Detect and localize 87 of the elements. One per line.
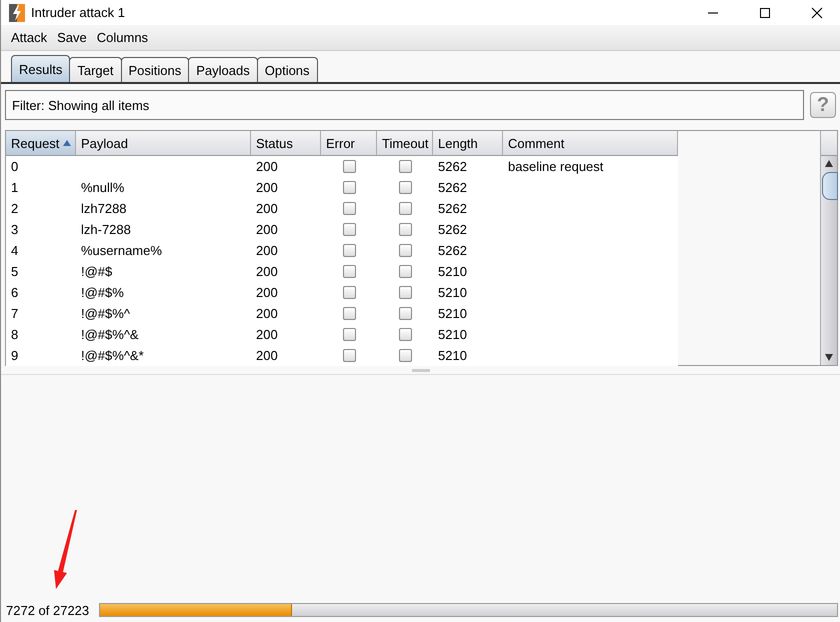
checkbox[interactable] xyxy=(342,202,356,215)
checkbox[interactable] xyxy=(398,307,412,320)
table-cell: 5262 xyxy=(438,180,467,195)
table-cell: 3 xyxy=(11,222,18,237)
checkbox[interactable] xyxy=(342,328,356,341)
table-cell: 5210 xyxy=(438,264,467,279)
checkbox[interactable] xyxy=(398,349,412,362)
tab[interactable]: Positions xyxy=(120,57,190,82)
table-cell: 200 xyxy=(256,180,278,195)
checkbox[interactable] xyxy=(342,223,356,236)
checkbox[interactable] xyxy=(342,244,356,257)
tab[interactable]: Payloads xyxy=(188,57,258,82)
progress-text: 7272 of 27223 xyxy=(6,602,90,618)
table-cell: 200 xyxy=(256,159,278,174)
table-cell: 5262 xyxy=(438,159,467,174)
table-cell: %null% xyxy=(81,180,124,195)
table-cell: 200 xyxy=(256,243,278,258)
checkbox[interactable] xyxy=(342,160,356,173)
table-cell: !@#$ xyxy=(81,264,112,279)
table-cell: 5 xyxy=(11,264,18,279)
table-cell: 200 xyxy=(256,264,278,279)
table-cell: 0 xyxy=(11,159,18,174)
filter-bar[interactable]: Filter: Showing all items xyxy=(5,90,804,120)
table-cell: 200 xyxy=(256,285,278,300)
checkbox[interactable] xyxy=(342,307,356,320)
checkbox[interactable] xyxy=(342,286,356,299)
scrollbar-thumb[interactable] xyxy=(822,172,838,200)
checkbox[interactable] xyxy=(398,265,412,278)
menu-item[interactable]: Columns xyxy=(96,30,148,45)
sort-arrow-icon xyxy=(63,140,72,146)
table-cell: 7 xyxy=(11,306,18,321)
column-header[interactable]: Timeout xyxy=(377,131,433,155)
column-header[interactable]: Error xyxy=(321,131,377,155)
maximize-icon[interactable] xyxy=(759,6,771,18)
checkbox[interactable] xyxy=(398,160,412,173)
table-cell: lzh7288 xyxy=(81,201,127,216)
checkbox[interactable] xyxy=(342,265,356,278)
column-header[interactable]: Request xyxy=(6,131,76,155)
table-cell: 5262 xyxy=(438,243,467,258)
table-cell: lzh-7288 xyxy=(81,222,131,237)
table-cell: 5210 xyxy=(438,285,467,300)
table-cell: 2 xyxy=(11,201,18,216)
table-cell: !@#$%^ xyxy=(81,306,130,321)
table-cell: 200 xyxy=(256,306,278,321)
checkbox[interactable] xyxy=(398,223,412,236)
checkbox[interactable] xyxy=(342,181,356,194)
tab[interactable]: Target xyxy=(69,57,122,82)
tab[interactable]: Results xyxy=(11,55,70,82)
table-cell: 5210 xyxy=(438,348,467,363)
checkbox[interactable] xyxy=(398,286,412,299)
scroll-down-icon[interactable] xyxy=(825,353,833,361)
window-title: Intruder attack 1 xyxy=(31,5,126,20)
checkbox[interactable] xyxy=(398,181,412,194)
table-cell: !@#$%^&* xyxy=(81,348,144,363)
table-cell: 5262 xyxy=(438,222,467,237)
table-cell: baseline request xyxy=(508,159,604,174)
table-cell: 9 xyxy=(11,348,18,363)
checkbox[interactable] xyxy=(398,328,412,341)
menu-item[interactable]: Attack xyxy=(11,30,48,45)
table-cell: 5262 xyxy=(438,201,467,216)
checkbox[interactable] xyxy=(398,244,412,257)
close-icon[interactable] xyxy=(811,6,823,18)
column-header[interactable]: Status xyxy=(251,131,321,155)
table-cell: 1 xyxy=(11,180,18,195)
table-cell: 6 xyxy=(11,285,18,300)
table-cell: 200 xyxy=(256,348,278,363)
table-cell: 200 xyxy=(256,201,278,216)
scrollbar[interactable] xyxy=(821,156,837,365)
column-header[interactable]: Length xyxy=(433,131,503,155)
table-cell: 200 xyxy=(256,222,278,237)
scroll-up-icon[interactable] xyxy=(825,160,833,168)
checkbox[interactable] xyxy=(342,349,356,362)
table-cell: !@#$% xyxy=(81,285,124,300)
table-cell: 4 xyxy=(11,243,18,258)
table-cell: 5210 xyxy=(438,327,467,342)
table-cell: 200 xyxy=(256,327,278,342)
menu-item[interactable]: Save xyxy=(57,30,87,45)
tab[interactable]: Options xyxy=(256,57,318,82)
table-cell: !@#$%^& xyxy=(81,327,139,342)
splitter-handle[interactable] xyxy=(412,368,430,372)
column-header[interactable]: Comment xyxy=(503,131,678,155)
checkbox[interactable] xyxy=(398,202,412,215)
column-header[interactable]: Payload xyxy=(76,131,251,155)
app-logo-icon xyxy=(9,4,25,22)
table-cell: 8 xyxy=(11,327,18,342)
table-cell: %username% xyxy=(81,243,162,258)
table-cell: 5210 xyxy=(438,306,467,321)
